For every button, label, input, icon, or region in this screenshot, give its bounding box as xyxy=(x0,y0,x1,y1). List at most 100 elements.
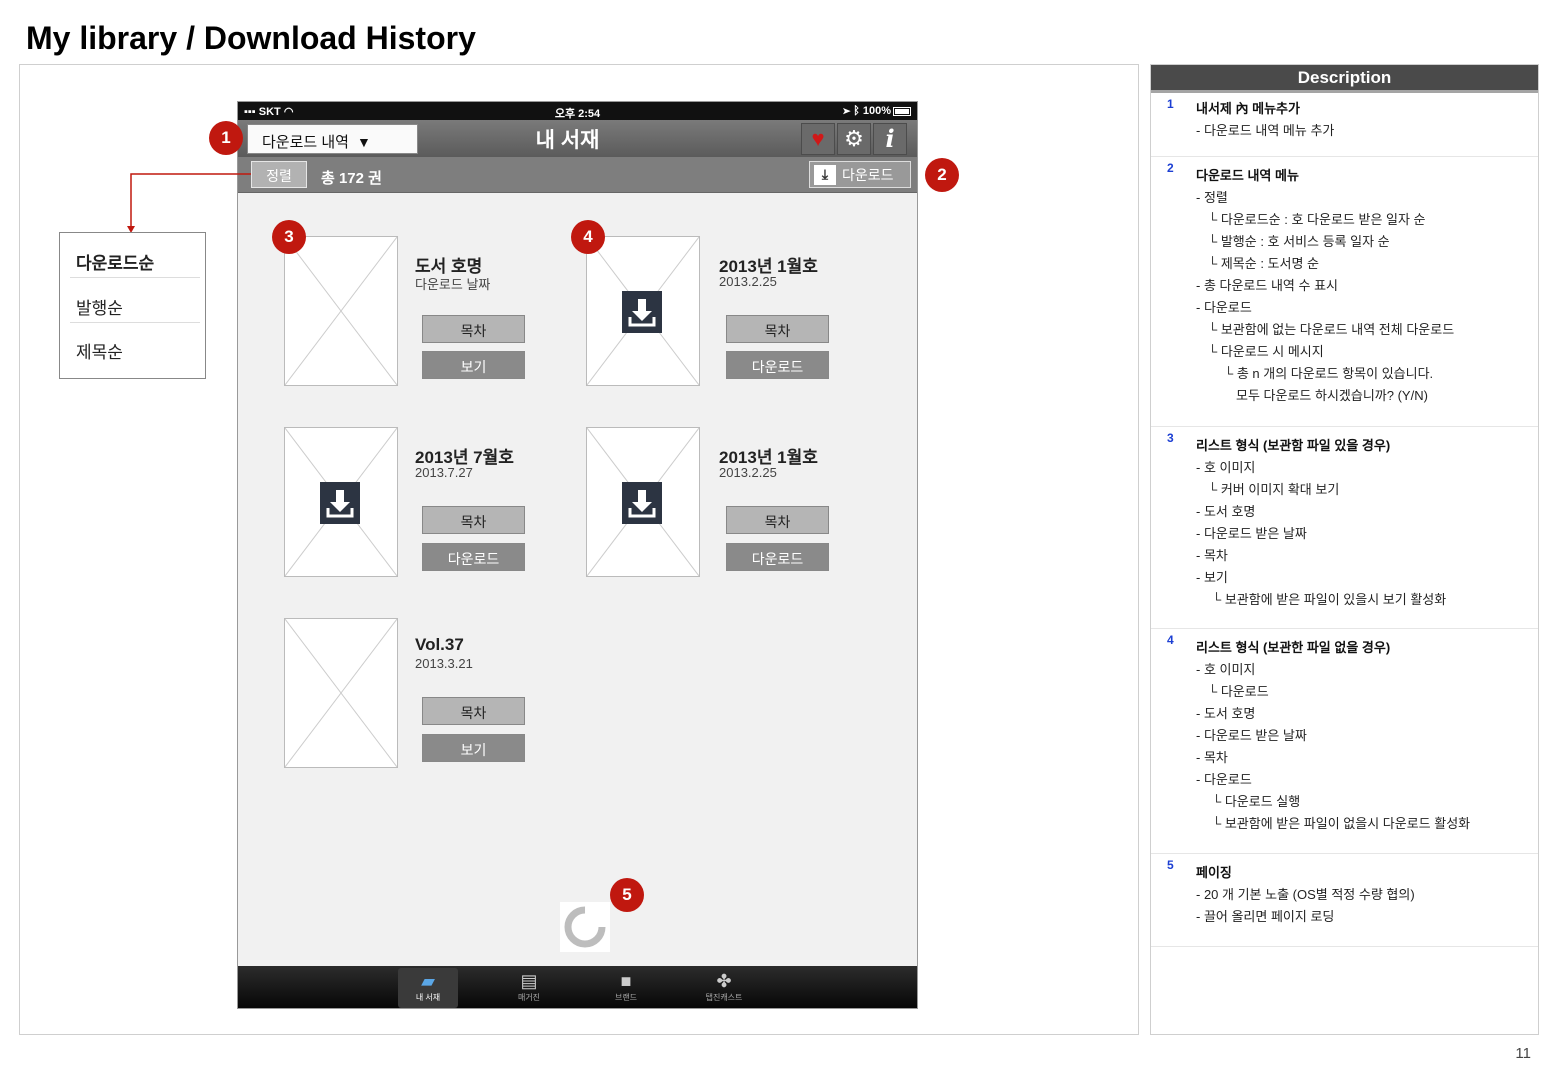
section-title: 내서제 內 메뉴추가 xyxy=(1196,101,1300,116)
section-number: 1 xyxy=(1167,97,1174,111)
sort-dropdown: 다운로드순 발행순 제목순 xyxy=(59,232,206,379)
view-button[interactable]: 보기 xyxy=(422,734,525,762)
tab-label: 브랜드 xyxy=(614,993,638,1002)
section-line: - 다운로드 받은 날짜 xyxy=(1196,728,1307,743)
section-title: 리스트 형식 (보관한 파일 없을 경우) xyxy=(1196,640,1391,655)
tab-label: 내 서재 xyxy=(415,993,441,1002)
gear-icon: ⚙ xyxy=(844,126,864,151)
divider xyxy=(70,277,200,278)
battery-icon xyxy=(893,106,911,116)
nav-bar: 다운로드 내역 ▼ 내 서재 ♥ ⚙ i xyxy=(238,120,917,157)
toc-button[interactable]: 목차 xyxy=(422,697,525,725)
section-line: - 목차 xyxy=(1196,548,1228,563)
description-panel: Description 1 내서제 內 메뉴추가 - 다운로드 내역 메뉴 추가… xyxy=(1150,64,1539,1035)
section-line: - 목차 xyxy=(1196,750,1228,765)
description-section: 2 다운로드 내역 메뉴 - 정렬 └ 다운로드순 : 호 다운로드 받은 일자… xyxy=(1151,157,1538,427)
book-cover[interactable] xyxy=(586,427,700,577)
cover-placeholder xyxy=(285,237,397,385)
download-icon[interactable] xyxy=(320,482,360,524)
tab-label: 탭진캐스트 xyxy=(705,993,743,1002)
description-section: 5 페이징 - 20 개 기본 노출 (OS별 적정 수량 협의) - 끌어 올… xyxy=(1151,854,1538,947)
section-line: - 도서 호명 xyxy=(1196,706,1256,721)
download-icon: ⤓ xyxy=(814,164,836,185)
section-line: └ 다운로드 시 메시지 xyxy=(1208,344,1324,359)
section-line: - 정렬 xyxy=(1196,190,1228,205)
gift-icon: ✤ xyxy=(716,971,732,991)
section-number: 3 xyxy=(1167,431,1174,445)
section-line: - 다운로드 xyxy=(1196,300,1252,315)
favorites-button[interactable]: ♥ xyxy=(801,123,835,155)
section-title: 다운로드 내역 메뉴 xyxy=(1196,168,1299,183)
callout-marker: 2 xyxy=(925,158,959,192)
page-title: My library / Download History xyxy=(26,20,476,56)
download-button[interactable]: 다운로드 xyxy=(726,543,829,571)
info-icon: i xyxy=(885,124,895,153)
section-line: └ 다운로드순 : 호 다운로드 받은 일자 순 xyxy=(1208,212,1426,227)
tab-magazine[interactable]: ▤ 매거진 xyxy=(499,968,559,1008)
section-title: 리스트 형식 (보관함 파일 있을 경우) xyxy=(1196,438,1391,453)
download-icon[interactable] xyxy=(622,482,662,524)
battery-label: 100% xyxy=(862,105,891,117)
book-date: 2013.7.27 xyxy=(415,465,473,480)
download-icon[interactable] xyxy=(622,291,662,333)
description-section: 3 리스트 형식 (보관함 파일 있을 경우) - 호 이미지 └ 커버 이미지… xyxy=(1151,427,1538,629)
cover-placeholder xyxy=(285,619,397,767)
section-line: 모두 다운로드 하시겠습니까? (Y/N) xyxy=(1236,388,1428,403)
loading-spinner-icon xyxy=(560,902,610,952)
tab-brand[interactable]: ■ 브랜드 xyxy=(596,968,656,1008)
sort-button[interactable]: 정렬 xyxy=(251,161,307,188)
sort-option-title[interactable]: 제목순 xyxy=(70,338,197,363)
tab-my-library[interactable]: ▰ 내 서재 xyxy=(398,968,458,1008)
book-cover[interactable] xyxy=(284,618,398,768)
toc-button[interactable]: 목차 xyxy=(422,315,525,343)
book-date: 다운로드 날짜 xyxy=(415,277,491,292)
section-line: └ 보관함에 받은 파일이 있을시 보기 활성화 xyxy=(1212,592,1447,607)
settings-button[interactable]: ⚙ xyxy=(837,123,871,155)
toc-button[interactable]: 목차 xyxy=(726,315,829,343)
section-line: - 호 이미지 xyxy=(1196,460,1256,475)
book-title: Vol.37 xyxy=(415,635,464,654)
section-number: 5 xyxy=(1167,858,1174,872)
section-line: - 다운로드 내역 메뉴 추가 xyxy=(1196,123,1335,138)
magazine-icon: ▤ xyxy=(520,971,538,991)
info-button[interactable]: i xyxy=(873,123,907,155)
book-cover[interactable] xyxy=(586,236,700,386)
section-line: - 호 이미지 xyxy=(1196,662,1256,677)
callout-marker: 3 xyxy=(272,220,306,254)
toc-button[interactable]: 목차 xyxy=(422,506,525,534)
download-all-label: 다운로드 xyxy=(842,166,894,183)
callout-marker: 4 xyxy=(571,220,605,254)
sort-option-publish[interactable]: 발행순 xyxy=(70,294,197,319)
tab-bar: ▰ 내 서재 ▤ 매거진 ■ 브랜드 ✤ 탭진캐스트 xyxy=(238,966,917,1008)
book-date: 2013.2.25 xyxy=(719,274,777,289)
description-header: Description xyxy=(1151,65,1538,90)
book-date: 2013.2.25 xyxy=(719,465,777,480)
download-button[interactable]: 다운로드 xyxy=(422,543,525,571)
divider xyxy=(70,322,200,323)
book-cover[interactable] xyxy=(284,236,398,386)
section-line: - 20 개 기본 노출 (OS별 적정 수량 협의) xyxy=(1196,887,1415,902)
section-number: 4 xyxy=(1167,633,1174,647)
section-line: └ 총 n 개의 다운로드 항목이 있습니다. xyxy=(1224,366,1434,381)
status-time: 오후 2:54 xyxy=(554,108,601,120)
section-line: - 도서 호명 xyxy=(1196,504,1256,519)
description-section: 4 리스트 형식 (보관한 파일 없을 경우) - 호 이미지 └ 다운로드 -… xyxy=(1151,629,1538,854)
section-line: └ 제목순 : 도서명 순 xyxy=(1208,256,1319,271)
location-icon: ➤ xyxy=(843,105,851,117)
download-all-button[interactable]: ⤓ 다운로드 xyxy=(809,161,911,188)
section-line: - 다운로드 xyxy=(1196,772,1252,787)
bluetooth-icon: ᛒ xyxy=(853,105,860,117)
book-cover[interactable] xyxy=(284,427,398,577)
section-line: - 다운로드 받은 날짜 xyxy=(1196,526,1307,541)
section-line: └ 다운로드 xyxy=(1208,684,1269,699)
toc-button[interactable]: 목차 xyxy=(726,506,829,534)
tab-tabzincast[interactable]: ✤ 탭진캐스트 xyxy=(694,968,754,1008)
section-line: - 총 다운로드 내역 수 표시 xyxy=(1196,278,1338,293)
view-button[interactable]: 보기 xyxy=(422,351,525,379)
bag-icon: ■ xyxy=(620,971,632,991)
tab-label: 매거진 xyxy=(517,993,541,1002)
sort-option-download[interactable]: 다운로드순 xyxy=(70,249,197,274)
download-button[interactable]: 다운로드 xyxy=(726,351,829,379)
book-date: 2013.3.21 xyxy=(415,656,473,671)
section-line: └ 보관함에 받은 파일이 없을시 다운로드 활성화 xyxy=(1212,816,1471,831)
